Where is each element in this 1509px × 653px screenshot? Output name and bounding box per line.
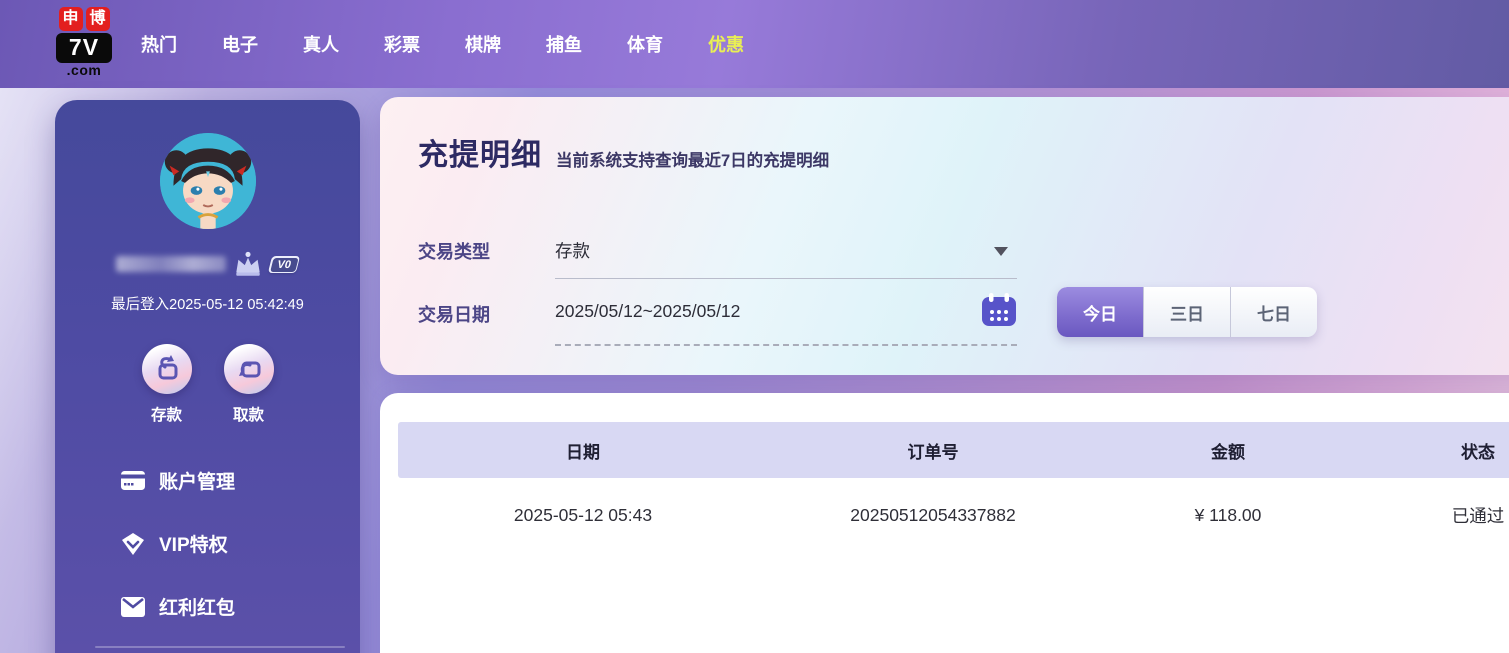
sidebar-item-label: VIP特权	[159, 530, 228, 557]
records-table: 日期 订单号 金额 状态 2025-05-12 05:43 2025051205…	[398, 422, 1509, 552]
period-7day-button[interactable]: 七日	[1231, 287, 1317, 337]
logo-7v: 7V	[56, 33, 112, 63]
period-button-group: 今日 三日 七日	[1057, 287, 1317, 337]
card-icon	[121, 471, 145, 490]
table-row: 2025-05-12 05:43 20250512054337882 ¥ 118…	[398, 478, 1509, 552]
logo-badges: 申 博	[55, 7, 113, 31]
sidebar-item-bonus[interactable]: 红利红包	[121, 593, 360, 620]
type-field-underline	[555, 278, 1017, 279]
sidebar-divider	[95, 646, 345, 648]
sidebar-item-label: 红利红包	[159, 593, 235, 620]
row-order-number: 20250512054337882	[768, 505, 1098, 526]
nav-item-live[interactable]: 真人	[303, 31, 339, 57]
deposit-label: 存款	[142, 403, 192, 425]
chevron-down-icon[interactable]	[994, 247, 1008, 256]
transaction-date-label: 交易日期	[418, 301, 490, 327]
deposit-button[interactable]: 存款	[142, 344, 192, 425]
withdraw-wallet-icon	[224, 344, 274, 394]
calendar-icon[interactable]	[982, 293, 1016, 326]
page-subtitle: 当前系统支持查询最近7日的充提明细	[556, 147, 829, 174]
main-nav: 热门 电子 真人 彩票 棋牌 捕鱼 体育 优惠	[141, 0, 744, 88]
table-header: 日期 订单号 金额 状态	[398, 422, 1509, 478]
sidebar-avatar[interactable]	[160, 133, 256, 229]
nav-item-sports[interactable]: 体育	[627, 31, 663, 57]
logo-com: .com	[55, 63, 113, 78]
deposit-wallet-icon	[142, 344, 192, 394]
envelope-icon	[121, 597, 145, 617]
nav-item-slots[interactable]: 电子	[222, 31, 258, 57]
last-login-text: 最后登入2025-05-12 05:42:49	[55, 293, 360, 314]
vip-level-label: V0	[270, 257, 299, 271]
records-panel: 日期 订单号 金额 状态 2025-05-12 05:43 2025051205…	[380, 393, 1509, 653]
transaction-type-label: 交易类型	[418, 238, 490, 264]
transaction-type-value[interactable]: 存款	[555, 238, 590, 263]
nav-item-fishing[interactable]: 捕鱼	[546, 31, 582, 57]
col-header-status: 状态	[1358, 438, 1509, 463]
row-status-badge: 已通过	[1358, 503, 1509, 528]
page-title: 充提明细	[418, 130, 542, 174]
date-field-underline	[555, 344, 1017, 346]
avatar-girl-illustration	[160, 133, 256, 229]
sidebar-menu: 账户管理 VIP特权 红利红包	[121, 467, 360, 620]
sidebar-username-row: V0	[55, 251, 360, 277]
sidebar-item-label: 账户管理	[159, 467, 235, 494]
nav-item-promo[interactable]: 优惠	[708, 31, 744, 57]
title-row: 充提明细 当前系统支持查询最近7日的充提明细	[418, 130, 829, 174]
period-today-button[interactable]: 今日	[1057, 287, 1144, 337]
user-sidebar: V0 最后登入2025-05-12 05:42:49 存款	[55, 100, 360, 653]
withdraw-button[interactable]: 取款	[224, 344, 274, 425]
filter-panel: 充提明细 当前系统支持查询最近7日的充提明细 交易类型 存款 交易日期 2025…	[380, 97, 1509, 375]
col-header-order: 订单号	[768, 438, 1098, 463]
sidebar-item-account[interactable]: 账户管理	[121, 467, 360, 494]
withdraw-label: 取款	[224, 403, 274, 425]
row-date: 2025-05-12 05:43	[398, 505, 768, 526]
sidebar-item-vip[interactable]: VIP特权	[121, 530, 360, 557]
col-header-date: 日期	[398, 438, 768, 463]
nav-item-lottery[interactable]: 彩票	[384, 31, 420, 57]
vip-badge: V0	[270, 256, 298, 273]
period-3day-button[interactable]: 三日	[1144, 287, 1231, 337]
username-blurred	[116, 256, 226, 272]
quick-actions: 存款 取款	[55, 344, 360, 425]
page: 申 博 7V .com 热门 电子 真人 彩票 棋牌 捕鱼 体育 优惠	[0, 0, 1509, 653]
col-header-amount: 金额	[1098, 438, 1358, 463]
logo-badge-2: 博	[86, 7, 110, 31]
diamond-icon	[121, 533, 145, 555]
transaction-date-value[interactable]: 2025/05/12~2025/05/12	[555, 301, 740, 322]
nav-item-hot[interactable]: 热门	[141, 31, 177, 57]
logo-badge-1: 申	[59, 7, 83, 31]
crown-icon	[232, 251, 264, 277]
top-navbar: 申 博 7V .com 热门 电子 真人 彩票 棋牌 捕鱼 体育 优惠	[0, 0, 1509, 88]
row-amount: ¥ 118.00	[1098, 505, 1358, 526]
nav-item-chess[interactable]: 棋牌	[465, 31, 501, 57]
site-logo[interactable]: 申 博 7V .com	[55, 7, 113, 78]
